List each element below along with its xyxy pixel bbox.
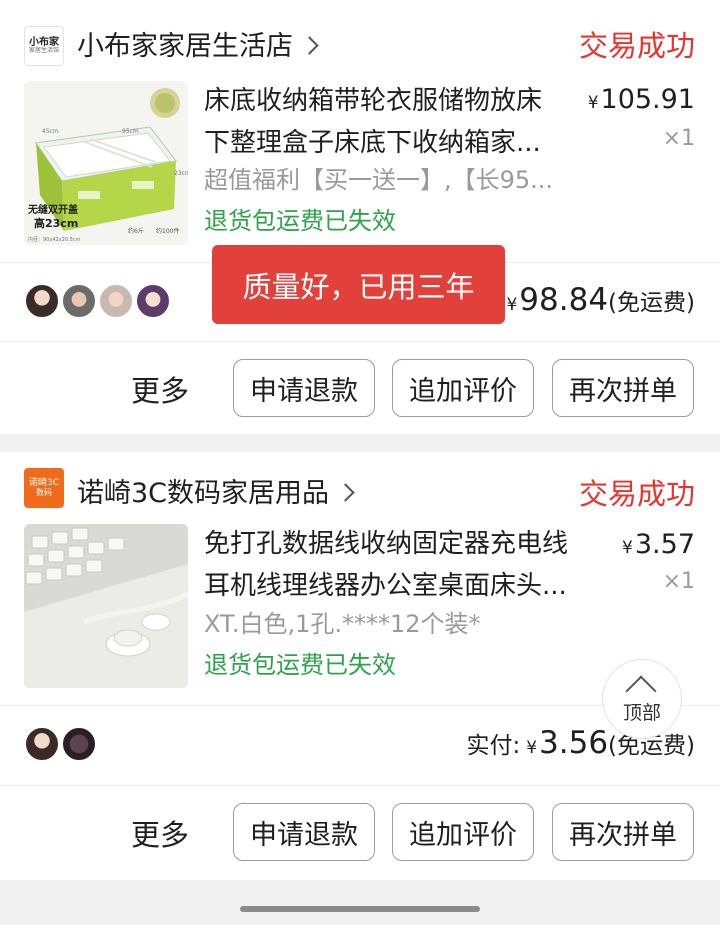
shop-logo: 小布家 家居生活馆 [24, 26, 64, 66]
cable-clip-image [24, 524, 188, 688]
more-button[interactable]: 更多 [131, 812, 189, 854]
product-thumbnail[interactable]: 45cm 95cm 23cm 无缝双开盖 高23cm 约6斤 约100件 内径：… [24, 81, 188, 245]
thumb-footnote-text: 约6斤 [128, 227, 144, 235]
product-quantity: ×1 [662, 126, 695, 151]
paid-amount: ¥98.84(免运费) [506, 282, 695, 318]
add-review-button[interactable]: 追加评价 [392, 359, 534, 417]
avatar [98, 283, 135, 319]
avatar [24, 726, 60, 762]
product-title[interactable]: 免打孔数据线收纳固定器充电线 耳机线理线器办公室桌面床头... [204, 523, 579, 607]
thumb-dimension-text: 95cm [122, 128, 139, 135]
refund-button[interactable]: 申请退款 [233, 359, 375, 417]
product-quantity: ×1 [662, 569, 695, 594]
product-price: ¥105.91 [587, 84, 695, 115]
thumb-dimension-text: 45cm [42, 128, 59, 135]
shop-logo-subtext: 家居生活馆 [28, 47, 59, 55]
thumb-badge-text: 无缝双开盖 [27, 203, 78, 216]
order-actions: 更多 申请退款 追加评价 再次拼单 [0, 786, 720, 878]
order-card: 小布家 家居生活馆 小布家家居生活店 交易成功 45cm 95cm 23cm 无… [0, 0, 720, 434]
storage-box-image: 45cm 95cm 23cm 无缝双开盖 高23cm 约6斤 约100件 内径：… [24, 81, 188, 245]
product-title[interactable]: 床底收纳箱带轮衣服储物放床 下整理盒子床底下收纳箱家... [204, 80, 579, 164]
order-actions: 更多 申请退款 追加评价 再次拼单 [0, 342, 720, 434]
review-toast: 质量好，已用三年 [212, 245, 505, 324]
shop-logo-subtext: 数码 [35, 487, 52, 497]
back-to-top-button[interactable]: 顶部 [602, 659, 682, 739]
chevron-right-icon [336, 483, 355, 502]
shop-name[interactable]: 诺崎3C数码家居用品 [77, 471, 355, 510]
order-card: 诺崎3C 数码 诺崎3C数码家居用品 交易成功 免打孔数据线收纳固定器充电线 耳… [0, 452, 720, 880]
thumb-badge-text: 高23cm [34, 216, 78, 230]
avatar [61, 726, 98, 762]
avatar [135, 283, 172, 319]
return-policy-note: 退货包运费已失效 [204, 651, 396, 679]
avatar [24, 283, 60, 319]
thumb-footnote-text: 约100件 [156, 227, 179, 235]
add-review-button[interactable]: 追加评价 [392, 803, 534, 861]
product-spec: XT.白色,1孔.****12个装* [204, 610, 481, 638]
home-indicator[interactable] [240, 906, 480, 912]
group-avatars[interactable] [24, 726, 98, 764]
more-button[interactable]: 更多 [131, 368, 189, 410]
group-avatars[interactable] [24, 283, 172, 321]
avatar [61, 283, 98, 319]
shop-name[interactable]: 小布家家居生活店 [77, 24, 319, 63]
product-thumbnail[interactable] [24, 524, 188, 688]
chevron-right-icon [300, 36, 319, 55]
shop-header[interactable]: 小布家 家居生活馆 小布家家居生活店 交易成功 [0, 10, 720, 80]
order-status: 交易成功 [578, 477, 695, 511]
refund-button[interactable]: 申请退款 [233, 803, 375, 861]
shop-logo: 诺崎3C 数码 [24, 468, 64, 508]
return-policy-note: 退货包运费已失效 [204, 207, 396, 235]
back-to-top-label: 顶部 [622, 702, 661, 724]
shop-header[interactable]: 诺崎3C 数码 诺崎3C数码家居用品 交易成功 [0, 454, 720, 524]
product-spec: 超值福利【买一送一】,【长95... [204, 166, 554, 194]
product-price: ¥3.57 [622, 529, 695, 560]
thumb-footnote-text: 内径：90x42x20.5cm [28, 236, 81, 243]
group-buy-again-button[interactable]: 再次拼单 [552, 803, 694, 861]
group-buy-again-button[interactable]: 再次拼单 [552, 359, 694, 417]
thumb-dimension-text: 23cm [174, 170, 188, 177]
order-status: 交易成功 [578, 29, 695, 63]
